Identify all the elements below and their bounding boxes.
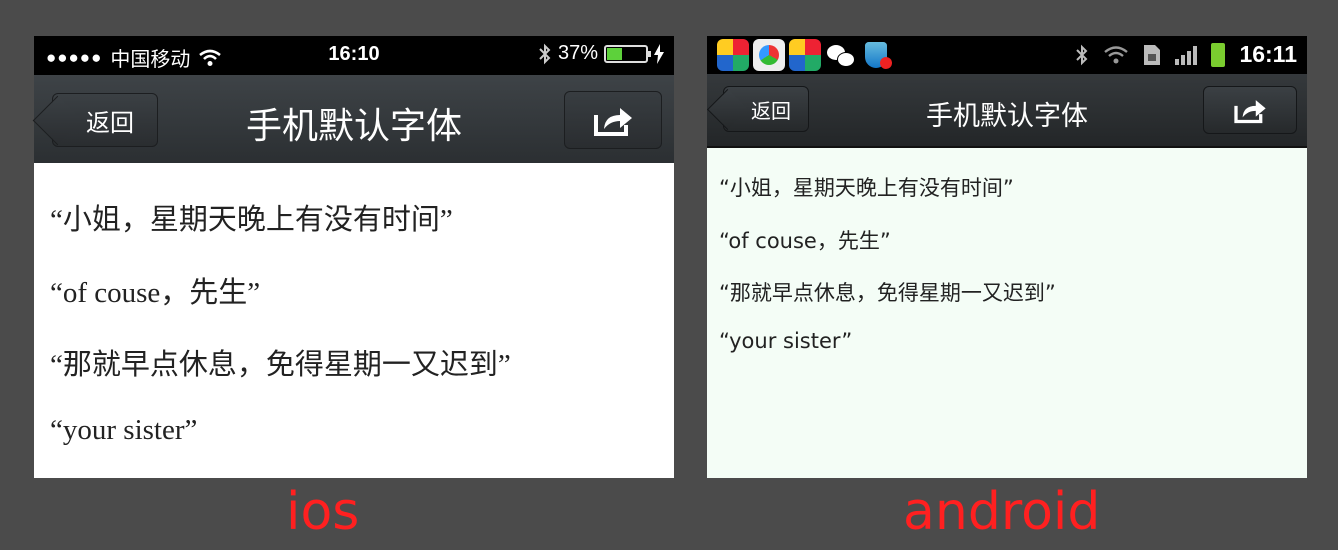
android-status-bar: 16:11 (707, 36, 1307, 74)
app-notification-icon (753, 39, 785, 71)
ios-nav-bar: 返回 手机默认字体 (34, 75, 674, 163)
cell-signal-icon (1175, 45, 1198, 65)
content-line: “小姐，星期天晚上有没有时间” (719, 176, 1014, 200)
share-icon (1234, 100, 1266, 124)
battery-fill (607, 47, 622, 60)
ios-screenshot: ●●●●● 中国移动 16:10 37% 返回 手机默认字体 “小姐，星期天晚上… (34, 36, 674, 478)
android-status-time: 16:11 (1239, 41, 1297, 67)
ios-caption: ios (286, 482, 360, 542)
wifi-icon (1104, 45, 1129, 63)
sim-card-icon (1144, 44, 1161, 65)
content-line: “那就早点休息，免得星期一又迟到” (719, 281, 1056, 305)
signal-dots-icon: ●●●●● (46, 47, 103, 67)
android-caption: android (903, 482, 1101, 542)
notification-icons (717, 39, 893, 71)
share-icon (594, 108, 632, 136)
content-line: “your sister” (50, 414, 198, 446)
battery-icon (1211, 42, 1226, 67)
bluetooth-icon (539, 43, 551, 64)
android-status-right: 16:11 (1075, 41, 1297, 68)
android-screenshot: 16:11 返回 手机默认字体 “小姐，星期天晚上有没有时间” “of cous… (707, 36, 1307, 478)
content-line: “of couse，先生” (719, 229, 891, 253)
content-line: “of couse，先生” (50, 277, 261, 309)
ios-status-bar: ●●●●● 中国移动 16:10 37% (34, 36, 674, 75)
charging-icon (654, 43, 664, 64)
wifi-icon (199, 49, 222, 66)
content-line: “小姐，星期天晚上有没有时间” (50, 204, 453, 236)
bluetooth-icon (1076, 44, 1088, 65)
app-notification-icon (717, 39, 749, 71)
battery-percent: 37% (557, 42, 598, 64)
app-notification-icon (789, 39, 821, 71)
content-line: “your sister” (719, 329, 853, 353)
android-nav-bar: 返回 手机默认字体 (707, 74, 1307, 148)
ios-status-left: ●●●●● 中国移动 (46, 43, 222, 72)
battery-icon (604, 44, 651, 63)
carrier-label: 中国移动 (110, 49, 191, 71)
security-shield-icon (861, 39, 893, 71)
share-button[interactable] (564, 91, 662, 149)
content-line: “那就早点休息，免得星期一又迟到” (50, 349, 511, 381)
ios-status-right: 37% (538, 42, 664, 65)
wechat-icon (825, 39, 857, 71)
share-button[interactable] (1203, 86, 1297, 134)
